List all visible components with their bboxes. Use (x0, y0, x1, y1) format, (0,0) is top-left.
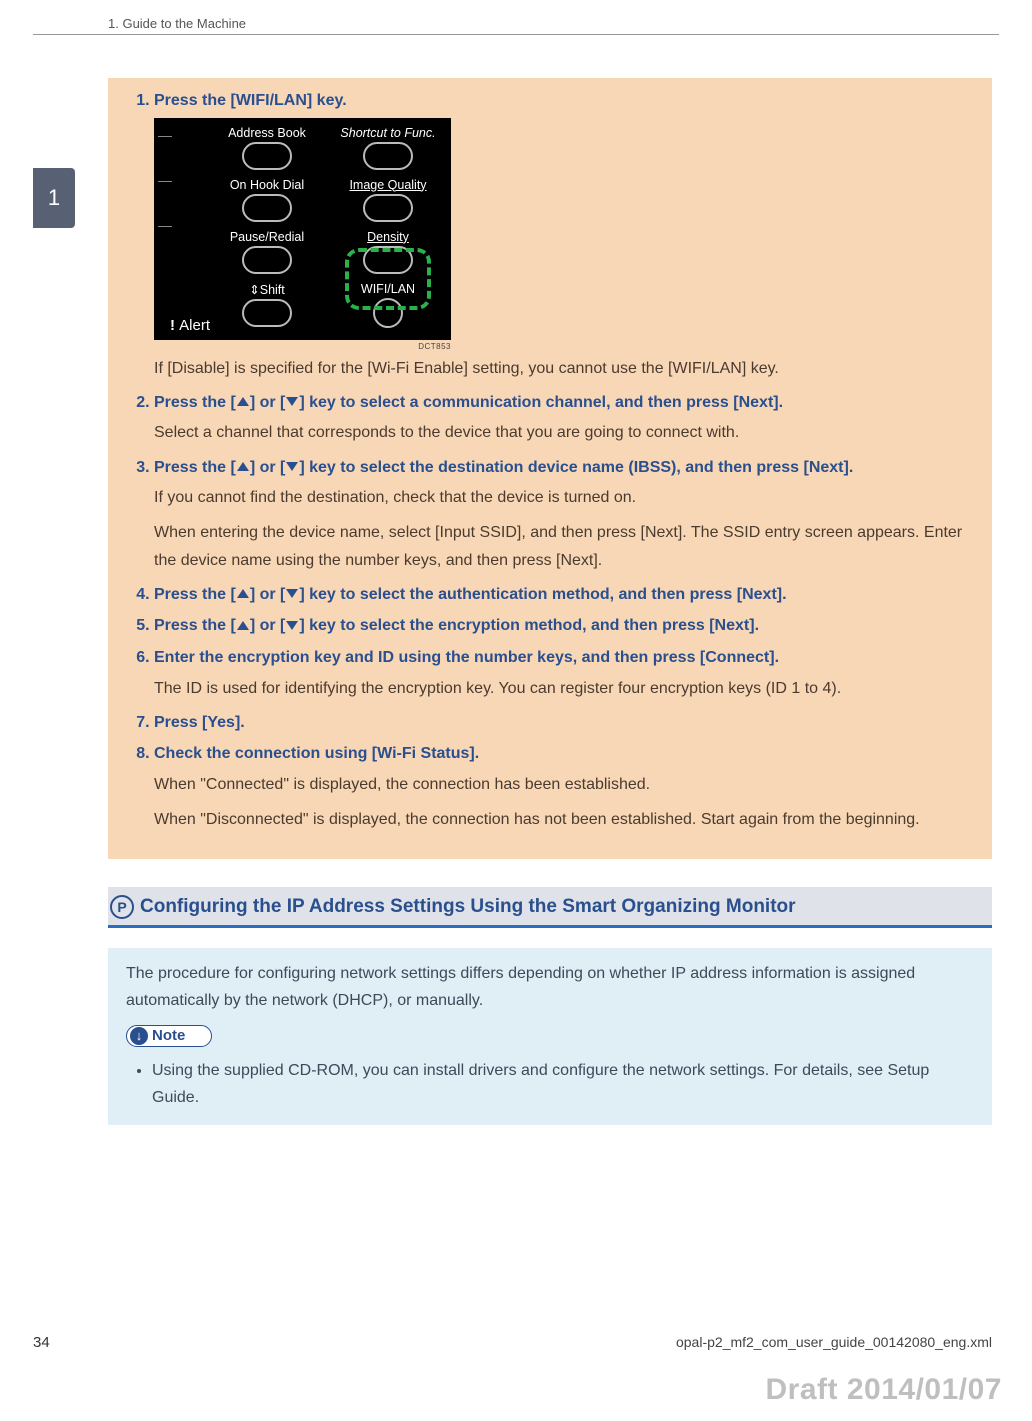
step-2-head: Press the [] or [] key to select a commu… (154, 390, 974, 416)
instruction-box: Press the [WIFI/LAN] key. Address Book O… (108, 78, 992, 859)
button-address-book (242, 142, 292, 170)
up-arrow-icon (237, 462, 249, 471)
down-arrow-icon (286, 462, 298, 471)
section-intro: The procedure for configuring network se… (126, 960, 974, 1014)
step-8-body-2: When "Disconnected" is displayed, the co… (154, 806, 974, 833)
step-1-head: Press the [WIFI/LAN] key. (154, 88, 974, 114)
step-6-head: Enter the encryption key and ID using th… (154, 645, 974, 671)
note-label: Note (152, 1027, 185, 1044)
page-number: 34 (33, 1334, 50, 1351)
alert-icon: ! (170, 317, 179, 334)
label-shift: ⇕Shift (212, 282, 322, 297)
down-arrow-icon (286, 589, 298, 598)
step-6: Enter the encryption key and ID using th… (154, 645, 974, 702)
button-shortcut (363, 142, 413, 170)
button-shift (242, 299, 292, 327)
step-4-head: Press the [] or [] key to select the aut… (154, 582, 974, 608)
note-bullet-1: Using the supplied CD-ROM, you can insta… (152, 1057, 974, 1111)
label-pause-redial: Pause/Redial (212, 230, 322, 244)
note-badge: ↓ Note (126, 1025, 212, 1047)
up-arrow-icon (237, 589, 249, 598)
up-arrow-icon (237, 621, 249, 630)
p-badge-icon: P (110, 895, 134, 919)
chapter-tab: 1 (33, 168, 75, 228)
label-shortcut: Shortcut to Func. (333, 126, 443, 140)
content-area: Press the [WIFI/LAN] key. Address Book O… (108, 78, 992, 1125)
step-2-body: Select a channel that corresponds to the… (154, 419, 974, 446)
step-1-body: If [Disable] is specified for the [Wi-Fi… (154, 355, 974, 382)
label-address-book: Address Book (212, 126, 322, 140)
section-title: Configuring the IP Address Settings Usin… (140, 896, 796, 918)
step-3-body-1: If you cannot find the destination, chec… (154, 484, 974, 511)
step-8-head: Check the connection using [Wi-Fi Status… (154, 741, 974, 767)
wifi-highlight (345, 248, 431, 310)
section-head-wrap: P Configuring the IP Address Settings Us… (108, 887, 992, 928)
alert-indicator: ! Alert (170, 317, 210, 334)
header-rule (33, 34, 999, 35)
step-6-body: The ID is used for identifying the encry… (154, 675, 974, 702)
draft-watermark: Draft 2014/01/07 (766, 1373, 1003, 1407)
step-5-head: Press the [] or [] key to select the enc… (154, 613, 974, 639)
panel-image: Address Book On Hook Dial Pause/Redial ⇕… (154, 118, 451, 340)
button-pause-redial (242, 246, 292, 274)
label-density: Density (333, 230, 443, 244)
running-head: 1. Guide to the Machine (108, 16, 246, 31)
step-7-head: Press [Yes]. (154, 710, 974, 736)
step-3-body-2: When entering the device name, select [I… (154, 519, 974, 573)
source-file: opal-p2_mf2_com_user_guide_00142080_eng.… (676, 1334, 992, 1351)
button-image-quality (363, 194, 413, 222)
step-2: Press the [] or [] key to select a commu… (154, 390, 974, 447)
step-4: Press the [] or [] key to select the aut… (154, 582, 974, 608)
step-list: Press the [WIFI/LAN] key. Address Book O… (126, 88, 974, 833)
section-body-box: The procedure for configuring network se… (108, 948, 992, 1125)
footer: 34 opal-p2_mf2_com_user_guide_00142080_e… (33, 1334, 992, 1351)
section-heading: P Configuring the IP Address Settings Us… (108, 887, 992, 928)
step-3: Press the [] or [] key to select the des… (154, 455, 974, 574)
button-on-hook (242, 194, 292, 222)
step-3-head: Press the [] or [] key to select the des… (154, 455, 974, 481)
note-bullets: Using the supplied CD-ROM, you can insta… (126, 1057, 974, 1111)
step-5: Press the [] or [] key to select the enc… (154, 613, 974, 639)
updown-icon: ⇕ (249, 283, 259, 297)
step-1: Press the [WIFI/LAN] key. Address Book O… (154, 88, 974, 382)
down-arrow-icon (286, 621, 298, 630)
step-8: Check the connection using [Wi-Fi Status… (154, 741, 974, 833)
step-8-body-1: When "Connected" is displayed, the conne… (154, 771, 974, 798)
note-down-arrow-icon: ↓ (130, 1027, 148, 1045)
step-7: Press [Yes]. (154, 710, 974, 736)
label-image-quality: Image Quality (333, 178, 443, 192)
down-arrow-icon (286, 397, 298, 406)
page: 1. Guide to the Machine 1 Press the [WIF… (0, 0, 1032, 1421)
label-on-hook: On Hook Dial (212, 178, 322, 192)
up-arrow-icon (237, 397, 249, 406)
control-panel-figure: Address Book On Hook Dial Pause/Redial ⇕… (154, 118, 451, 351)
figure-code: DCT853 (154, 342, 451, 351)
